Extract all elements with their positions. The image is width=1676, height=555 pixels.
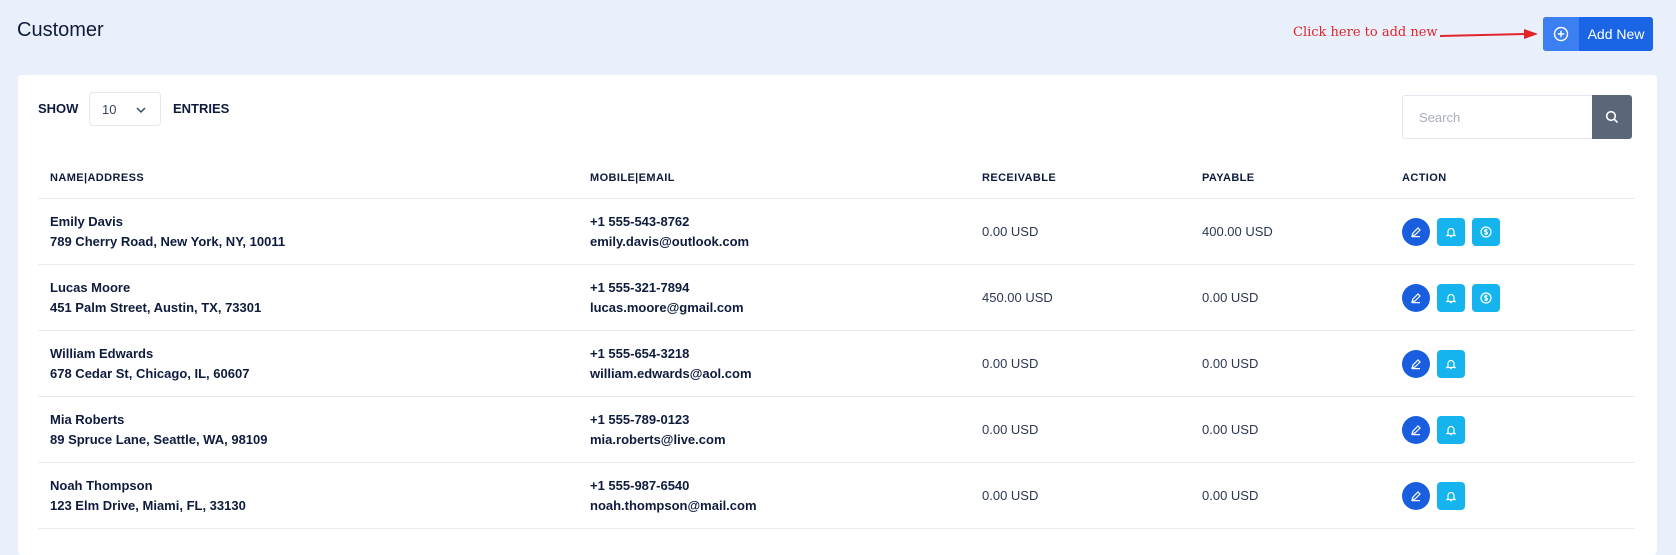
edit-icon: [1411, 292, 1421, 303]
table-row: Emily Davis 789 Cherry Road, New York, N…: [38, 198, 1635, 265]
edit-icon: [1411, 226, 1421, 237]
customer-address: 451 Palm Street, Austin, TX, 73301: [50, 299, 262, 315]
bell-icon: [1445, 359, 1457, 369]
receivable-cell: 450.00 USD: [970, 264, 1190, 331]
plus-circle-icon: [1543, 17, 1579, 51]
header-action: ACTION: [1390, 157, 1635, 199]
dollar-icon: [1480, 291, 1492, 304]
entries-label: ENTRIES: [173, 101, 230, 116]
edit-icon: [1411, 424, 1421, 435]
customer-card: SHOW 10 ENTRIES NAME|ADDRESS MOBILE|EMAI…: [18, 75, 1657, 555]
customer-email: emily.davis@outlook.com: [590, 233, 750, 249]
customer-mobile: +1 555-654-3218: [590, 345, 690, 361]
dollar-icon: [1480, 225, 1492, 238]
receivable-cell: 0.00 USD: [970, 396, 1190, 463]
payable-cell: 400.00 USD: [1190, 198, 1390, 265]
customer-mobile: +1 555-543-8762: [590, 213, 690, 229]
action-cell: [1390, 330, 1635, 397]
show-label: SHOW: [38, 101, 79, 116]
table-row: William Edwards 678 Cedar St, Chicago, I…: [38, 330, 1635, 397]
add-new-label: Add New: [1587, 26, 1645, 42]
add-new-button[interactable]: Add New: [1543, 17, 1653, 51]
payment-button[interactable]: [1472, 217, 1500, 246]
payable-cell: 0.00 USD: [1190, 330, 1390, 397]
customer-email: mia.roberts@live.com: [590, 431, 726, 447]
bell-icon: [1445, 491, 1457, 501]
customer-email: lucas.moore@gmail.com: [590, 299, 744, 315]
edit-button[interactable]: [1402, 415, 1430, 444]
search-button[interactable]: [1592, 95, 1632, 139]
customer-table: NAME|ADDRESS MOBILE|EMAIL RECEIVABLE PAY…: [38, 157, 1635, 529]
receivable-cell: 0.00 USD: [970, 198, 1190, 265]
edit-button[interactable]: [1402, 283, 1430, 312]
action-cell: [1390, 198, 1635, 265]
bell-icon: [1445, 227, 1457, 237]
action-cell: [1390, 396, 1635, 463]
name-address-cell: Noah Thompson 123 Elm Drive, Miami, FL, …: [38, 462, 578, 529]
annotation-text: Click here to add new: [1293, 25, 1438, 40]
edit-icon: [1411, 490, 1421, 501]
customer-address: 123 Elm Drive, Miami, FL, 33130: [50, 497, 246, 513]
reminder-button[interactable]: [1437, 415, 1465, 444]
mobile-email-cell: +1 555-543-8762 emily.davis@outlook.com: [578, 198, 970, 265]
mobile-email-cell: +1 555-789-0123 mia.roberts@live.com: [578, 396, 970, 463]
payable-cell: 0.00 USD: [1190, 462, 1390, 529]
action-cell: [1390, 264, 1635, 331]
search-input[interactable]: [1402, 95, 1592, 139]
header-mobile-email[interactable]: MOBILE|EMAIL: [578, 157, 970, 199]
header-payable[interactable]: PAYABLE: [1190, 157, 1390, 199]
table-row: Noah Thompson 123 Elm Drive, Miami, FL, …: [38, 462, 1635, 529]
reminder-button[interactable]: [1437, 217, 1465, 246]
receivable-cell: 0.00 USD: [970, 462, 1190, 529]
payable-cell: 0.00 USD: [1190, 396, 1390, 463]
table-row: Mia Roberts 89 Spruce Lane, Seattle, WA,…: [38, 396, 1635, 463]
edit-icon: [1411, 358, 1421, 369]
header-name-address[interactable]: NAME|ADDRESS: [38, 157, 578, 199]
name-address-cell: Lucas Moore 451 Palm Street, Austin, TX,…: [38, 264, 578, 331]
customer-email: william.edwards@aol.com: [590, 365, 752, 381]
reminder-button[interactable]: [1437, 283, 1465, 312]
edit-button[interactable]: [1402, 481, 1430, 510]
bell-icon: [1445, 425, 1457, 435]
edit-button[interactable]: [1402, 349, 1430, 378]
customer-name: William Edwards: [50, 345, 154, 361]
customer-mobile: +1 555-321-7894: [590, 279, 690, 295]
payable-cell: 0.00 USD: [1190, 264, 1390, 331]
name-address-cell: Emily Davis 789 Cherry Road, New York, N…: [38, 198, 578, 265]
payment-button[interactable]: [1472, 283, 1500, 312]
customer-name: Emily Davis: [50, 213, 123, 229]
search-icon: [1605, 110, 1619, 124]
reminder-button[interactable]: [1437, 349, 1465, 378]
customer-name: Lucas Moore: [50, 279, 131, 295]
table-row: Lucas Moore 451 Palm Street, Austin, TX,…: [38, 264, 1635, 331]
mobile-email-cell: +1 555-987-6540 noah.thompson@mail.com: [578, 462, 970, 529]
entries-select[interactable]: 10: [89, 92, 161, 126]
customer-name: Mia Roberts: [50, 411, 125, 427]
customer-email: noah.thompson@mail.com: [590, 497, 757, 513]
customer-mobile: +1 555-789-0123: [590, 411, 690, 427]
customer-mobile: +1 555-987-6540: [590, 477, 690, 493]
name-address-cell: Mia Roberts 89 Spruce Lane, Seattle, WA,…: [38, 396, 578, 463]
entries-value: 10: [102, 101, 117, 117]
table-header-row: NAME|ADDRESS MOBILE|EMAIL RECEIVABLE PAY…: [38, 157, 1635, 199]
bell-icon: [1445, 293, 1457, 303]
name-address-cell: William Edwards 678 Cedar St, Chicago, I…: [38, 330, 578, 397]
page-title: Customer: [17, 19, 104, 41]
reminder-button[interactable]: [1437, 481, 1465, 510]
customer-address: 678 Cedar St, Chicago, IL, 60607: [50, 365, 250, 381]
customer-name: Noah Thompson: [50, 477, 153, 493]
mobile-email-cell: +1 555-321-7894 lucas.moore@gmail.com: [578, 264, 970, 331]
customer-address: 789 Cherry Road, New York, NY, 10011: [50, 233, 286, 249]
mobile-email-cell: +1 555-654-3218 william.edwards@aol.com: [578, 330, 970, 397]
search-box: [1402, 95, 1632, 139]
customer-address: 89 Spruce Lane, Seattle, WA, 98109: [50, 431, 268, 447]
annotation-arrow-icon: [1440, 29, 1538, 39]
receivable-cell: 0.00 USD: [970, 330, 1190, 397]
chevron-down-icon: [136, 107, 146, 114]
edit-button[interactable]: [1402, 217, 1430, 246]
action-cell: [1390, 462, 1635, 529]
header-receivable[interactable]: RECEIVABLE: [970, 157, 1190, 199]
